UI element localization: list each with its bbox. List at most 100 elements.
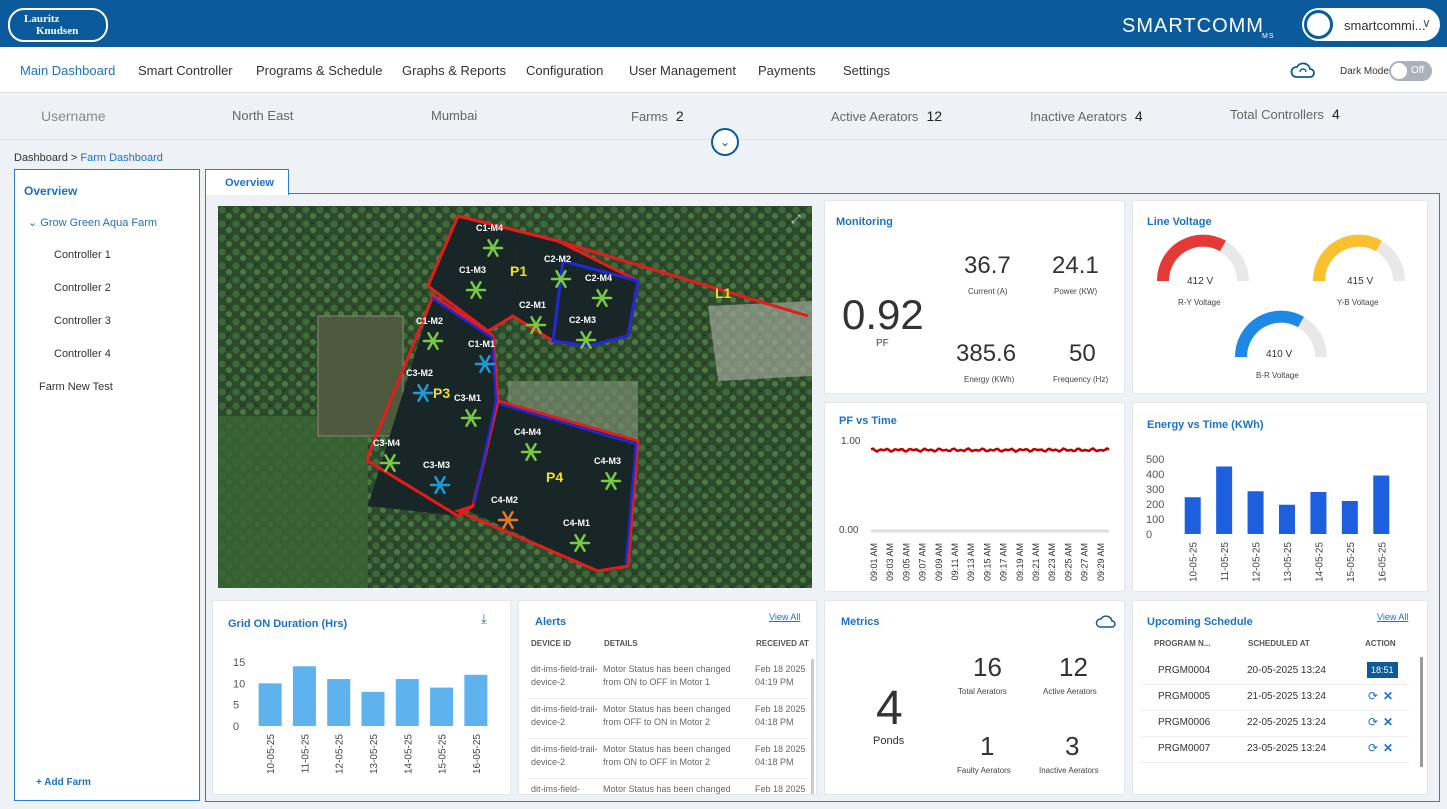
bar-13-05-25[interactable] <box>361 691 385 726</box>
farm-map[interactable]: P1 P3 P4 L1 C1-M4 C1-M3 C2-M2 C2-M4 C2-M1 C2-… <box>218 206 812 588</box>
aerator-hub <box>558 276 564 282</box>
upcoming-schedule-panel: Upcoming Schedule View All PROGRAM N... … <box>1132 600 1428 795</box>
bar-15-05-25[interactable] <box>430 687 454 726</box>
br-value: 410 V <box>1266 349 1293 360</box>
nav-payments[interactable]: Payments <box>758 63 816 78</box>
nav-configuration[interactable]: Configuration <box>526 63 603 78</box>
schedule-program: PRGM0005 <box>1158 691 1211 702</box>
dark-mode-toggle[interactable]: Off <box>1389 61 1432 81</box>
farm-map-svg: P1 P3 P4 L1 C1-M4 C1-M3 C2-M2 C2-M4 C2-M1 C2-… <box>218 206 812 588</box>
alert-row[interactable]: dit-ims-field-trail-device-2 Motor Status… <box>527 739 809 779</box>
total-aerators-count: 16 <box>973 652 1002 682</box>
nav-user-management[interactable]: User Management <box>629 63 736 78</box>
alert-row[interactable]: dit-ims-field-trail-device-2 Motor Status… <box>527 699 809 739</box>
aerator-hub <box>608 478 614 484</box>
sidebar-item-controller-4[interactable]: Controller 4 <box>54 348 111 360</box>
bar-14-05-25[interactable] <box>395 679 419 726</box>
bar-12-05-25[interactable] <box>327 679 351 726</box>
alerts-scrollbar[interactable] <box>811 659 814 794</box>
y-tick-label: 5 <box>233 700 239 712</box>
close-icon[interactable]: ✕ <box>1383 741 1393 755</box>
bar-14-05-25[interactable] <box>1310 492 1327 534</box>
schedule-time: 22-05-2025 13:24 <box>1247 717 1326 728</box>
tab-overview[interactable]: Overview <box>205 169 289 195</box>
alerts-col-device: DEVICE ID <box>531 639 572 648</box>
y-tick-label: 100 <box>1146 514 1164 526</box>
refresh-icon[interactable]: ⟳ <box>1368 741 1378 755</box>
schedule-view-all-link[interactable]: View All <box>1377 612 1408 622</box>
nav-settings[interactable]: Settings <box>843 63 890 78</box>
alerts-view-all-link[interactable]: View All <box>769 612 800 622</box>
aerator-label: C1-M4 <box>476 223 503 233</box>
logo-line2: Knudsen <box>36 25 79 37</box>
bar-16-05-25[interactable] <box>1373 475 1390 535</box>
cloud-sync-icon[interactable] <box>1095 613 1119 629</box>
nav-graphs-reports[interactable]: Graphs & Reports <box>402 63 506 78</box>
pf-x-tick-label: 09:01 AM <box>869 543 879 581</box>
alert-row[interactable]: dit-ims-field-trail-device-2 Motor Status… <box>527 659 809 699</box>
chevron-down-icon: ⌄ <box>719 135 731 149</box>
alert-row[interactable]: dit-ims-field- Motor Status has been chan… <box>527 779 809 794</box>
schedule-row[interactable]: PRGM0005 21-05-2025 13:24 ⟳ ✕ <box>1141 685 1409 711</box>
city-value: Mumbai <box>431 108 478 123</box>
nav-programs-schedule[interactable]: Programs & Schedule <box>256 63 382 78</box>
active-aerators-label: Active Aerators <box>1043 687 1097 696</box>
nav-smart-controller[interactable]: Smart Controller <box>138 63 233 78</box>
bar-11-05-25[interactable] <box>1216 466 1233 535</box>
active-count: 12 <box>926 108 943 124</box>
bar-10-05-25[interactable] <box>258 683 282 726</box>
expand-toggle-button[interactable]: ⌄ <box>711 128 739 156</box>
schedule-row[interactable]: PRGM0004 20-05-2025 13:24 18:51 <box>1141 659 1409 685</box>
schedule-scrollbar[interactable] <box>1420 657 1423 767</box>
sidebar-item-controller-3[interactable]: Controller 3 <box>54 315 111 327</box>
username-field[interactable]: Username <box>41 108 106 124</box>
company-logo[interactable]: Lauritz Knudsen <box>8 8 108 42</box>
user-menu[interactable]: smartcommi... ∨ <box>1302 8 1440 41</box>
close-icon[interactable]: ✕ <box>1383 689 1393 703</box>
bar-11-05-25[interactable] <box>292 666 316 726</box>
bar-10-05-25[interactable] <box>1184 497 1201 534</box>
sidebar-item-farm[interactable]: ⌄ Grow Green Aqua Farm <box>28 216 157 229</box>
y-tick-label: 500 <box>1146 454 1164 466</box>
active-aerators-stat: Active Aerators 12 <box>831 108 942 124</box>
frequency-label: Frequency (Hz) <box>1053 375 1109 384</box>
close-icon[interactable]: ✕ <box>1383 715 1393 729</box>
add-farm-button[interactable]: + Add Farm <box>36 777 91 788</box>
bar-15-05-25[interactable] <box>1341 501 1358 534</box>
pf-x-tick-label: 09:23 AM <box>1047 543 1057 581</box>
alert-time-line: 04:18 PM <box>755 717 794 727</box>
refresh-icon[interactable]: ⟳ <box>1368 689 1378 703</box>
fullscreen-icon[interactable]: ⤢ <box>791 212 801 227</box>
pond-label-p3: P3 <box>433 385 450 401</box>
aerator-hub <box>583 337 589 343</box>
aerator-hub <box>482 361 488 367</box>
yb-label: Y-B Voltage <box>1337 298 1379 307</box>
sidebar-item-controller-2[interactable]: Controller 2 <box>54 282 111 294</box>
bar-12-05-25[interactable] <box>1247 491 1264 534</box>
sidebar-item-farm-new-test[interactable]: Farm New Test <box>39 381 113 393</box>
x-tick-label: 15-05-25 <box>438 734 449 774</box>
schedule-title: Upcoming Schedule <box>1147 616 1253 628</box>
bar-13-05-25[interactable] <box>1279 504 1295 534</box>
bar-16-05-25[interactable] <box>464 674 488 726</box>
nav-main-dashboard[interactable]: Main Dashboard <box>20 63 115 78</box>
aerator-hub <box>533 322 539 328</box>
sidebar-title[interactable]: Overview <box>24 184 77 198</box>
energy-value: 385.6 <box>956 340 1017 367</box>
aerator-label: C2-M2 <box>544 254 571 264</box>
grid-on-duration-panel: Grid ON Duration (Hrs) ⤓ 15 10 5 0 10-05-25 1… <box>212 600 511 795</box>
yb-gauge-fill <box>1312 234 1382 282</box>
cloud-sync-icon[interactable] <box>1290 61 1316 81</box>
sidebar-item-controller-1[interactable]: Controller 1 <box>54 249 111 261</box>
map-field <box>218 416 368 588</box>
schedule-row[interactable]: PRGM0006 22-05-2025 13:24 ⟳ ✕ <box>1141 711 1409 737</box>
refresh-icon[interactable]: ⟳ <box>1368 715 1378 729</box>
alert-details: Motor Status has been changed from ON to… <box>603 744 731 767</box>
breadcrumb-root[interactable]: Dashboard <box>14 152 68 164</box>
schedule-row[interactable]: PRGM0007 23-05-2025 13:24 ⟳ ✕ <box>1141 737 1409 763</box>
current-value: 36.7 <box>964 252 1011 279</box>
schedule-program: PRGM0004 <box>1158 665 1211 676</box>
alert-time-line: 04:18 PM <box>755 757 794 767</box>
farm-sidebar: Overview ⌄ Grow Green Aqua Farm Controll… <box>14 169 200 801</box>
power-value: 24.1 <box>1052 252 1099 279</box>
